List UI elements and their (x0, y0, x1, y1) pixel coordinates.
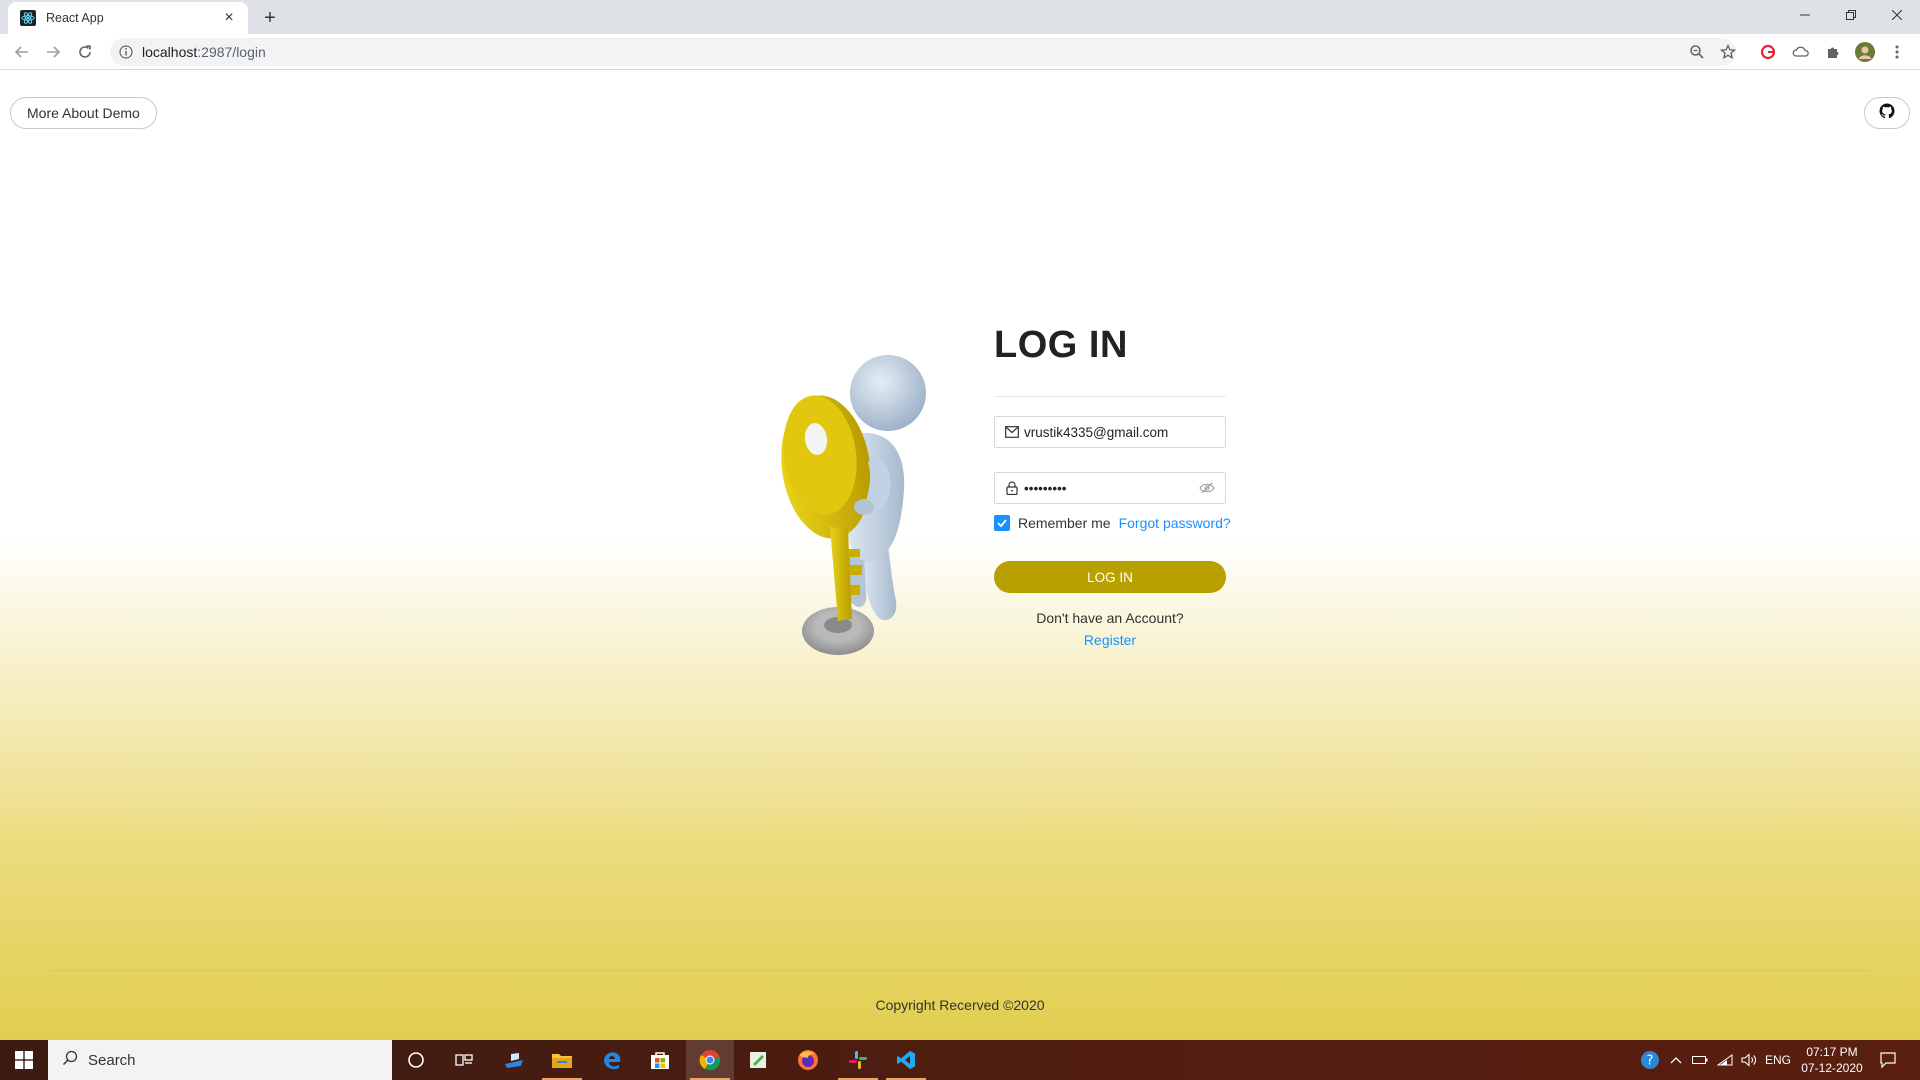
bookmark-star-icon[interactable] (1716, 40, 1740, 64)
chrome-browser-icon[interactable] (686, 1040, 734, 1080)
wifi-icon[interactable] (1714, 1040, 1736, 1080)
remember-row: Remember me Forgot password? (994, 513, 1234, 533)
tab-title: React App (46, 11, 104, 25)
grammarly-extension-icon[interactable] (1756, 40, 1780, 64)
browser-toolbar: localhost:2987/login (0, 34, 1920, 70)
react-favicon-icon (20, 10, 36, 26)
login-button[interactable]: LOG IN (994, 561, 1226, 593)
cloud-extension-icon[interactable] (1789, 40, 1813, 64)
back-arrow-icon[interactable] (10, 40, 34, 64)
copyright-text: Copyright Recerved ©2020 (875, 997, 1045, 1013)
browser-menu-icon[interactable] (1885, 40, 1909, 64)
search-icon (62, 1050, 78, 1070)
more-about-demo-button[interactable]: More About Demo (10, 97, 157, 129)
url-host: localhost (142, 44, 198, 60)
extensions-puzzle-icon[interactable] (1821, 40, 1845, 64)
task-view-icon[interactable] (440, 1040, 488, 1080)
edge-browser-icon[interactable] (588, 1040, 636, 1080)
volume-icon[interactable] (1738, 1040, 1760, 1080)
login-page: More About Demo LOG IN vrustik4335@gmail… (0, 71, 1920, 1040)
tab-close-icon[interactable]: × (220, 9, 238, 27)
show-hidden-icons-icon[interactable] (1666, 1040, 1686, 1080)
page-title: LOG IN (994, 324, 1128, 366)
windows-taskbar: Search ? ENG 07:17 PM 07-12-2020 (0, 1040, 1920, 1080)
mail-icon (1005, 425, 1019, 439)
github-button[interactable] (1864, 97, 1910, 129)
windows-start-icon[interactable] (0, 1040, 48, 1080)
zoom-icon[interactable] (1685, 40, 1709, 64)
github-icon (1879, 103, 1895, 124)
action-center-icon[interactable] (1872, 1040, 1904, 1080)
battery-icon[interactable] (1688, 1040, 1712, 1080)
register-link[interactable]: Register (994, 632, 1226, 648)
microsoft-store-icon[interactable] (636, 1040, 684, 1080)
vscode-app-icon[interactable] (882, 1040, 930, 1080)
help-tray-icon[interactable]: ? (1636, 1040, 1664, 1080)
taskbar-clock[interactable]: 07:17 PM 07-12-2020 (1796, 1044, 1868, 1076)
title-divider (994, 396, 1226, 397)
site-info-icon[interactable] (118, 44, 134, 60)
new-tab-button[interactable]: + (258, 6, 282, 30)
file-explorer-icon[interactable] (538, 1040, 586, 1080)
password-field[interactable] (994, 472, 1226, 504)
address-bar[interactable]: localhost:2987/login (110, 38, 1736, 66)
taskbar-search-placeholder: Search (88, 1051, 136, 1069)
email-field[interactable] (994, 416, 1226, 448)
taskbar-search-box[interactable]: Search (48, 1040, 392, 1080)
eye-invisible-icon[interactable] (1199, 480, 1215, 496)
no-account-text: Don't have an Account? (1036, 610, 1184, 626)
slack-app-icon[interactable] (834, 1040, 882, 1080)
clock-date: 07-12-2020 (1801, 1061, 1863, 1075)
restore-icon[interactable] (1828, 0, 1874, 30)
browser-tab-strip: React App × + (0, 0, 1920, 34)
minimize-icon[interactable] (1782, 0, 1828, 30)
people-app-icon[interactable] (490, 1040, 538, 1080)
lock-icon (1005, 481, 1019, 495)
remember-me-checkbox[interactable] (994, 515, 1010, 531)
svg-text:?: ? (1647, 1054, 1654, 1069)
footer-divider (50, 970, 1870, 971)
forward-arrow-icon[interactable] (41, 40, 65, 64)
url-path: :2987/login (197, 44, 266, 60)
language-indicator[interactable]: ENG (1762, 1040, 1794, 1080)
key-person-illustration (781, 355, 926, 655)
profile-avatar-icon[interactable] (1853, 40, 1877, 64)
password-input[interactable] (1024, 480, 1199, 496)
browser-tab[interactable]: React App × (8, 2, 248, 34)
login-form: LOG IN Remember me Forgot password? LOG (994, 324, 1231, 648)
remember-me-label[interactable]: Remember me (1018, 515, 1111, 531)
forgot-password-link[interactable]: Forgot password? (1119, 515, 1231, 531)
firefox-browser-icon[interactable] (784, 1040, 832, 1080)
email-input[interactable] (1024, 424, 1215, 440)
notepad-app-icon[interactable] (734, 1040, 782, 1080)
cortana-icon[interactable] (392, 1040, 440, 1080)
window-close-icon[interactable] (1874, 0, 1920, 30)
reload-icon[interactable] (73, 40, 97, 64)
clock-time: 07:17 PM (1806, 1045, 1858, 1059)
